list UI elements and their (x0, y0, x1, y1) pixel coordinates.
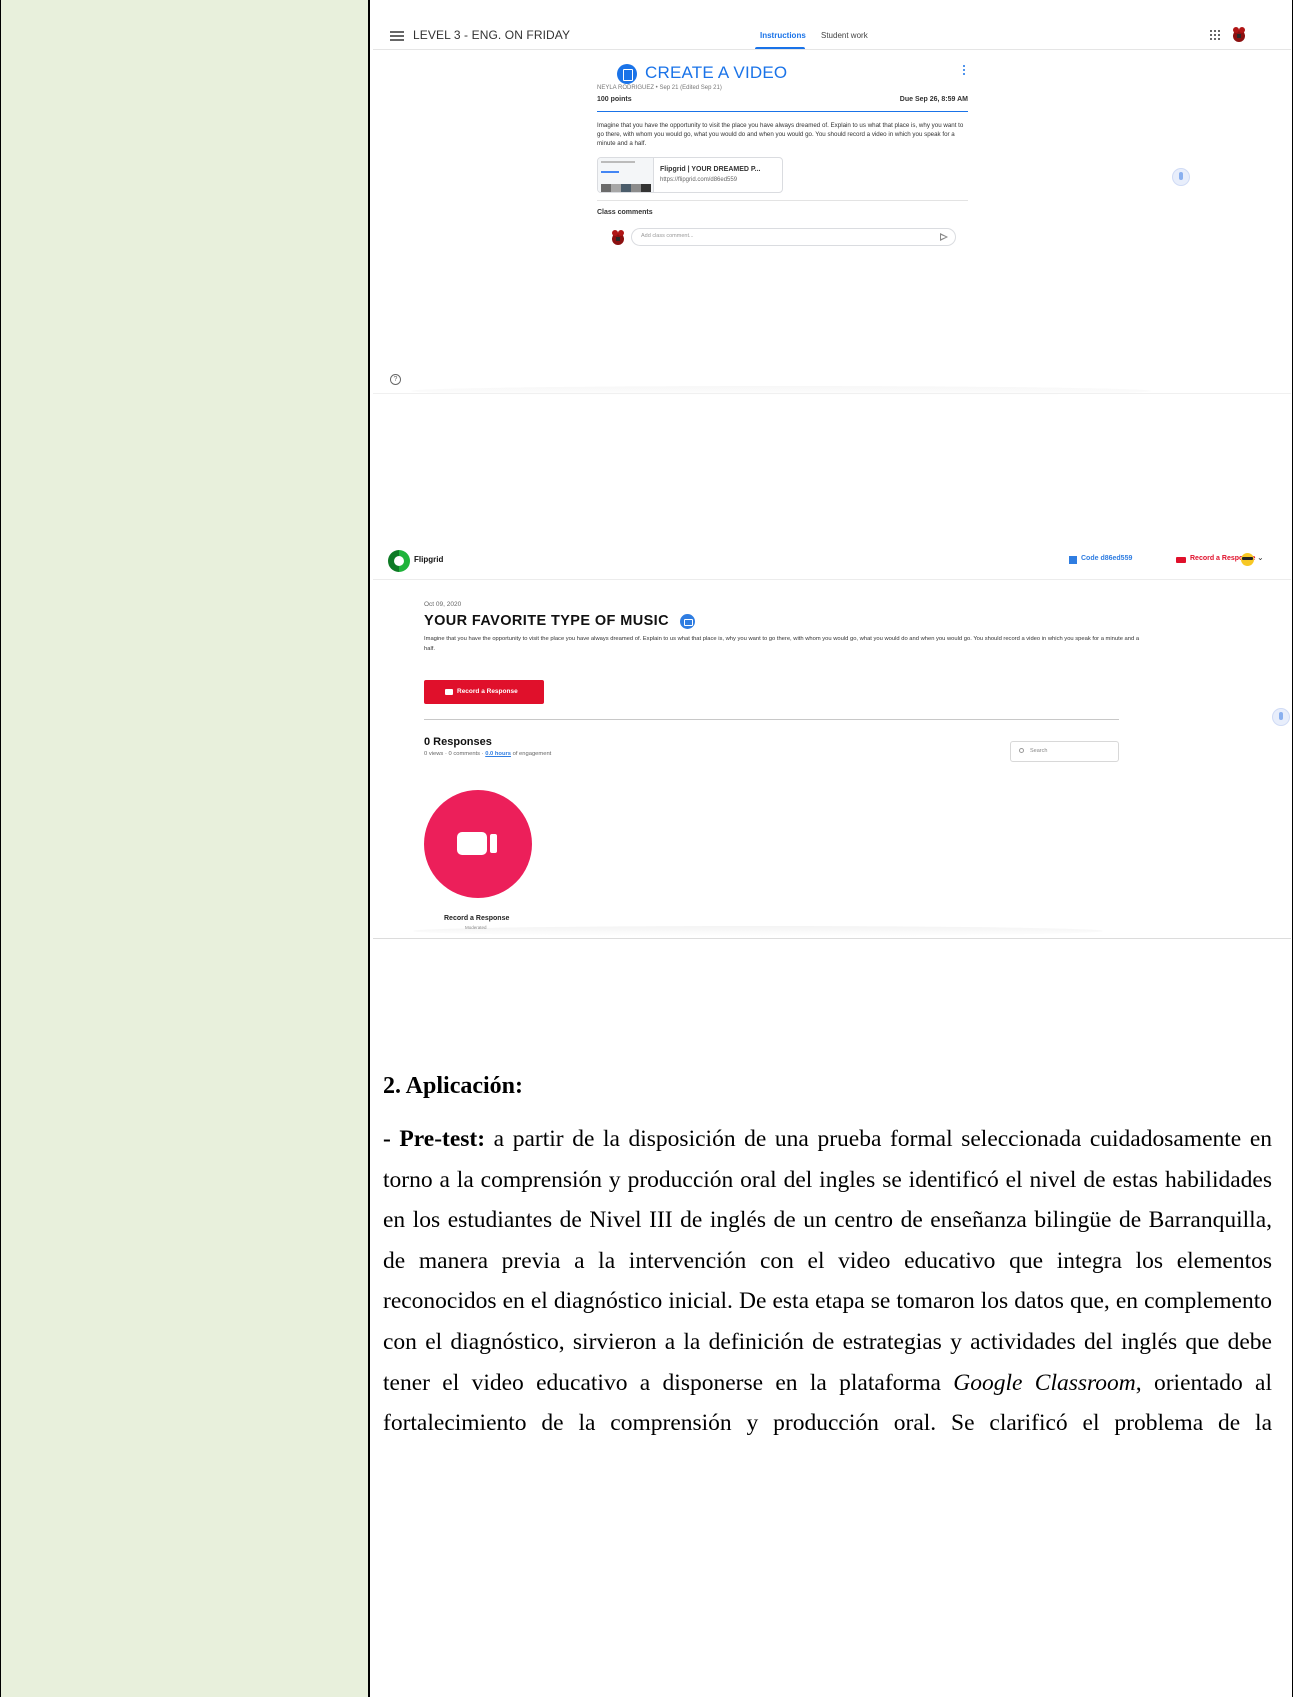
more-options-icon[interactable] (963, 65, 965, 75)
pre-test-paragraph: - Pre-test: a partir de la disposición d… (383, 1119, 1272, 1444)
assignment-points: 100 points (597, 96, 632, 103)
engagement-suffix: of engagement (511, 751, 552, 757)
class-comment-input[interactable]: Add class comment... (631, 228, 956, 246)
send-icon[interactable] (940, 233, 948, 241)
classroom-screenshot: LEVEL 3 - ENG. ON FRIDAY Instructions St… (373, 0, 1291, 425)
record-response-circle-button[interactable] (424, 790, 532, 898)
chevron-down-icon[interactable]: ⌄ (1257, 553, 1264, 562)
record-response-button[interactable]: Record a Response (424, 680, 544, 704)
qr-code-icon[interactable] (1069, 556, 1077, 564)
camera-lens (490, 834, 497, 853)
commenter-avatar (612, 230, 624, 245)
screenshot-bottom-edge (373, 393, 1291, 394)
assignment-due-date: Due Sep 26, 8:59 AM (899, 96, 968, 103)
tab-instructions[interactable]: Instructions (760, 31, 806, 40)
assignment-title: CREATE A VIDEO (645, 63, 788, 82)
topic-title: YOUR FAVORITE TYPE OF MUSIC (424, 613, 669, 629)
video-camera-icon[interactable] (1176, 557, 1186, 563)
video-camera-icon (445, 689, 453, 695)
document-table: LEVEL 3 - ENG. ON FRIDAY Instructions St… (0, 0, 1293, 1697)
tab-student-work[interactable]: Student work (821, 31, 868, 40)
help-icon[interactable]: ? (390, 374, 401, 385)
moderated-label: Moderated (465, 925, 487, 930)
flipgrid-logo-icon[interactable] (388, 550, 410, 572)
attachment-url: https://flipgrid.com/d86ed559 (660, 177, 738, 183)
screenshot-shadow (411, 386, 1151, 396)
document-body: 2. Aplicación: - Pre-test: a partir de l… (383, 1071, 1272, 1444)
class-comments-label: Class comments (597, 209, 653, 216)
search-input[interactable]: Search (1010, 741, 1119, 762)
menu-icon[interactable] (390, 31, 404, 41)
assignment-author: NEYLA RODRIGUEZ • Sep 21 (Edited Sep 21) (597, 85, 722, 91)
grid-code-link[interactable]: Code d86ed559 (1081, 555, 1132, 562)
search-icon (1019, 748, 1024, 753)
attachment-thumbnail (598, 158, 654, 192)
flipgrid-screenshot: Flipgrid Code d86ed559 Record a Response… (373, 540, 1291, 975)
views-comments-text: 0 views · 0 comments · (424, 751, 486, 757)
attachment-card[interactable]: Flipgrid | YOUR DREAMED P... https://fli… (597, 157, 783, 193)
search-placeholder: Search (1030, 748, 1048, 754)
flipgrid-brand: Flipgrid (414, 555, 444, 564)
pre-test-label: - Pre-test: (383, 1126, 486, 1152)
sunglasses-emoji-avatar[interactable] (1241, 553, 1254, 566)
responses-divider (424, 719, 1119, 720)
screenshot-bottom-edge (373, 938, 1291, 939)
user-avatar[interactable] (1230, 25, 1248, 43)
assignment-icon (617, 64, 637, 84)
table-left-cell (0, 0, 370, 1697)
paragraph-text-1: a partir de la disposición de una prueba… (383, 1126, 1272, 1396)
attachment-title: Flipgrid | YOUR DREAMED P... (660, 166, 761, 173)
table-right-border (1292, 0, 1293, 1697)
microphone-icon[interactable] (1272, 708, 1290, 726)
record-button-label: Record a Response (457, 688, 518, 695)
topic-description: Imagine that you have the opportunity to… (424, 636, 1140, 652)
microphone-icon[interactable] (1172, 168, 1190, 186)
assignment-divider (597, 111, 968, 112)
comments-divider (597, 200, 968, 201)
apps-grid-icon[interactable] (1210, 30, 1220, 40)
responses-count: 0 Responses (424, 736, 492, 748)
screenshot-shadow (413, 926, 1103, 936)
section-heading: 2. Aplicación: (383, 1073, 524, 1099)
google-classroom-italic: Google Classroom (953, 1369, 1136, 1396)
header-divider (373, 49, 1291, 50)
assignment-description: Imagine that you have the opportunity to… (597, 122, 964, 147)
engagement-stats: 0 views · 0 comments · 0.0 hours of enga… (424, 751, 551, 757)
class-name: LEVEL 3 - ENG. ON FRIDAY (413, 28, 571, 42)
flipgrid-content: Oct 09, 2020 YOUR FAVORITE TYPE OF MUSIC… (373, 580, 1291, 975)
topic-media-icon[interactable] (680, 614, 695, 629)
video-camera-icon (457, 832, 487, 855)
comment-placeholder: Add class comment... (641, 233, 694, 239)
hours-link[interactable]: 0.0 hours (485, 751, 511, 757)
record-response-label: Record a Response (444, 915, 510, 922)
topic-date: Oct 09, 2020 (424, 601, 462, 608)
